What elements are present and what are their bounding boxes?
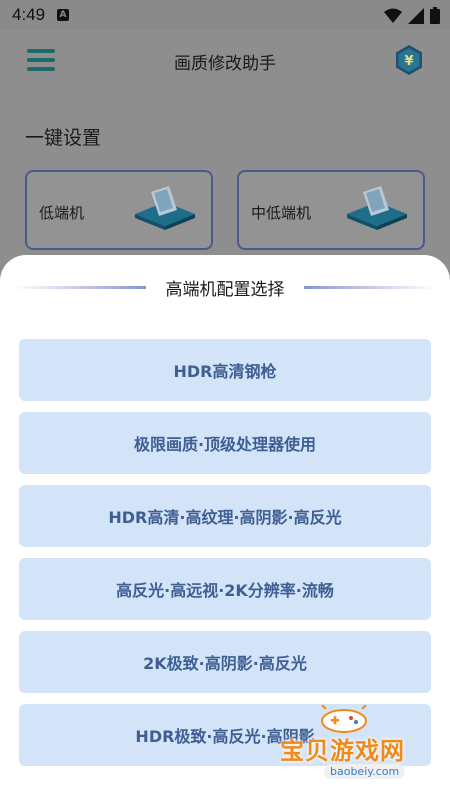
option-hdr-texture-shadow-reflect[interactable]: HDR高清·高纹理·高阴影·高反光 <box>19 485 431 547</box>
chip-illustration-icon <box>135 186 195 230</box>
svg-text:¥: ¥ <box>404 54 413 69</box>
battery-icon <box>430 7 440 24</box>
status-time: 4:49 <box>12 5 46 24</box>
chip-illustration-icon <box>347 186 407 230</box>
wifi-icon <box>384 8 402 23</box>
tier-card-mid-low[interactable]: 中低端机 <box>237 170 425 250</box>
header-divider-right <box>304 286 436 289</box>
notification-icon: A <box>57 9 69 21</box>
option-extreme-quality[interactable]: 极限画质·顶级处理器使用 <box>19 412 431 474</box>
tier-card-low[interactable]: 低端机 <box>25 170 213 250</box>
watermark: 宝贝游戏网 baobeiy.com <box>280 705 445 795</box>
tier-label: 中低端机 <box>251 204 312 222</box>
section-title: 一键设置 <box>25 127 102 149</box>
option-2k-shadow-reflect[interactable]: 2K极致·高阴影·高反光 <box>19 631 431 693</box>
watermark-text: 宝贝游戏网 <box>280 737 405 765</box>
yen-icon[interactable]: ¥ <box>394 44 424 76</box>
tier-label: 低端机 <box>39 204 85 222</box>
status-bar: 4:49 A <box>0 0 450 30</box>
signal-icon <box>408 7 424 24</box>
app-header: 画质修改助手 ¥ <box>0 30 450 90</box>
sheet-header: 高端机配置选择 <box>0 275 450 300</box>
watermark-url: baobeiy.com <box>324 764 406 779</box>
option-hdr-hd-gun[interactable]: HDR高清钢枪 <box>19 339 431 401</box>
status-icons <box>384 7 440 24</box>
option-reflect-view-2k-smooth[interactable]: 高反光·高远视·2K分辨率·流畅 <box>19 558 431 620</box>
app-title: 画质修改助手 <box>174 54 276 74</box>
